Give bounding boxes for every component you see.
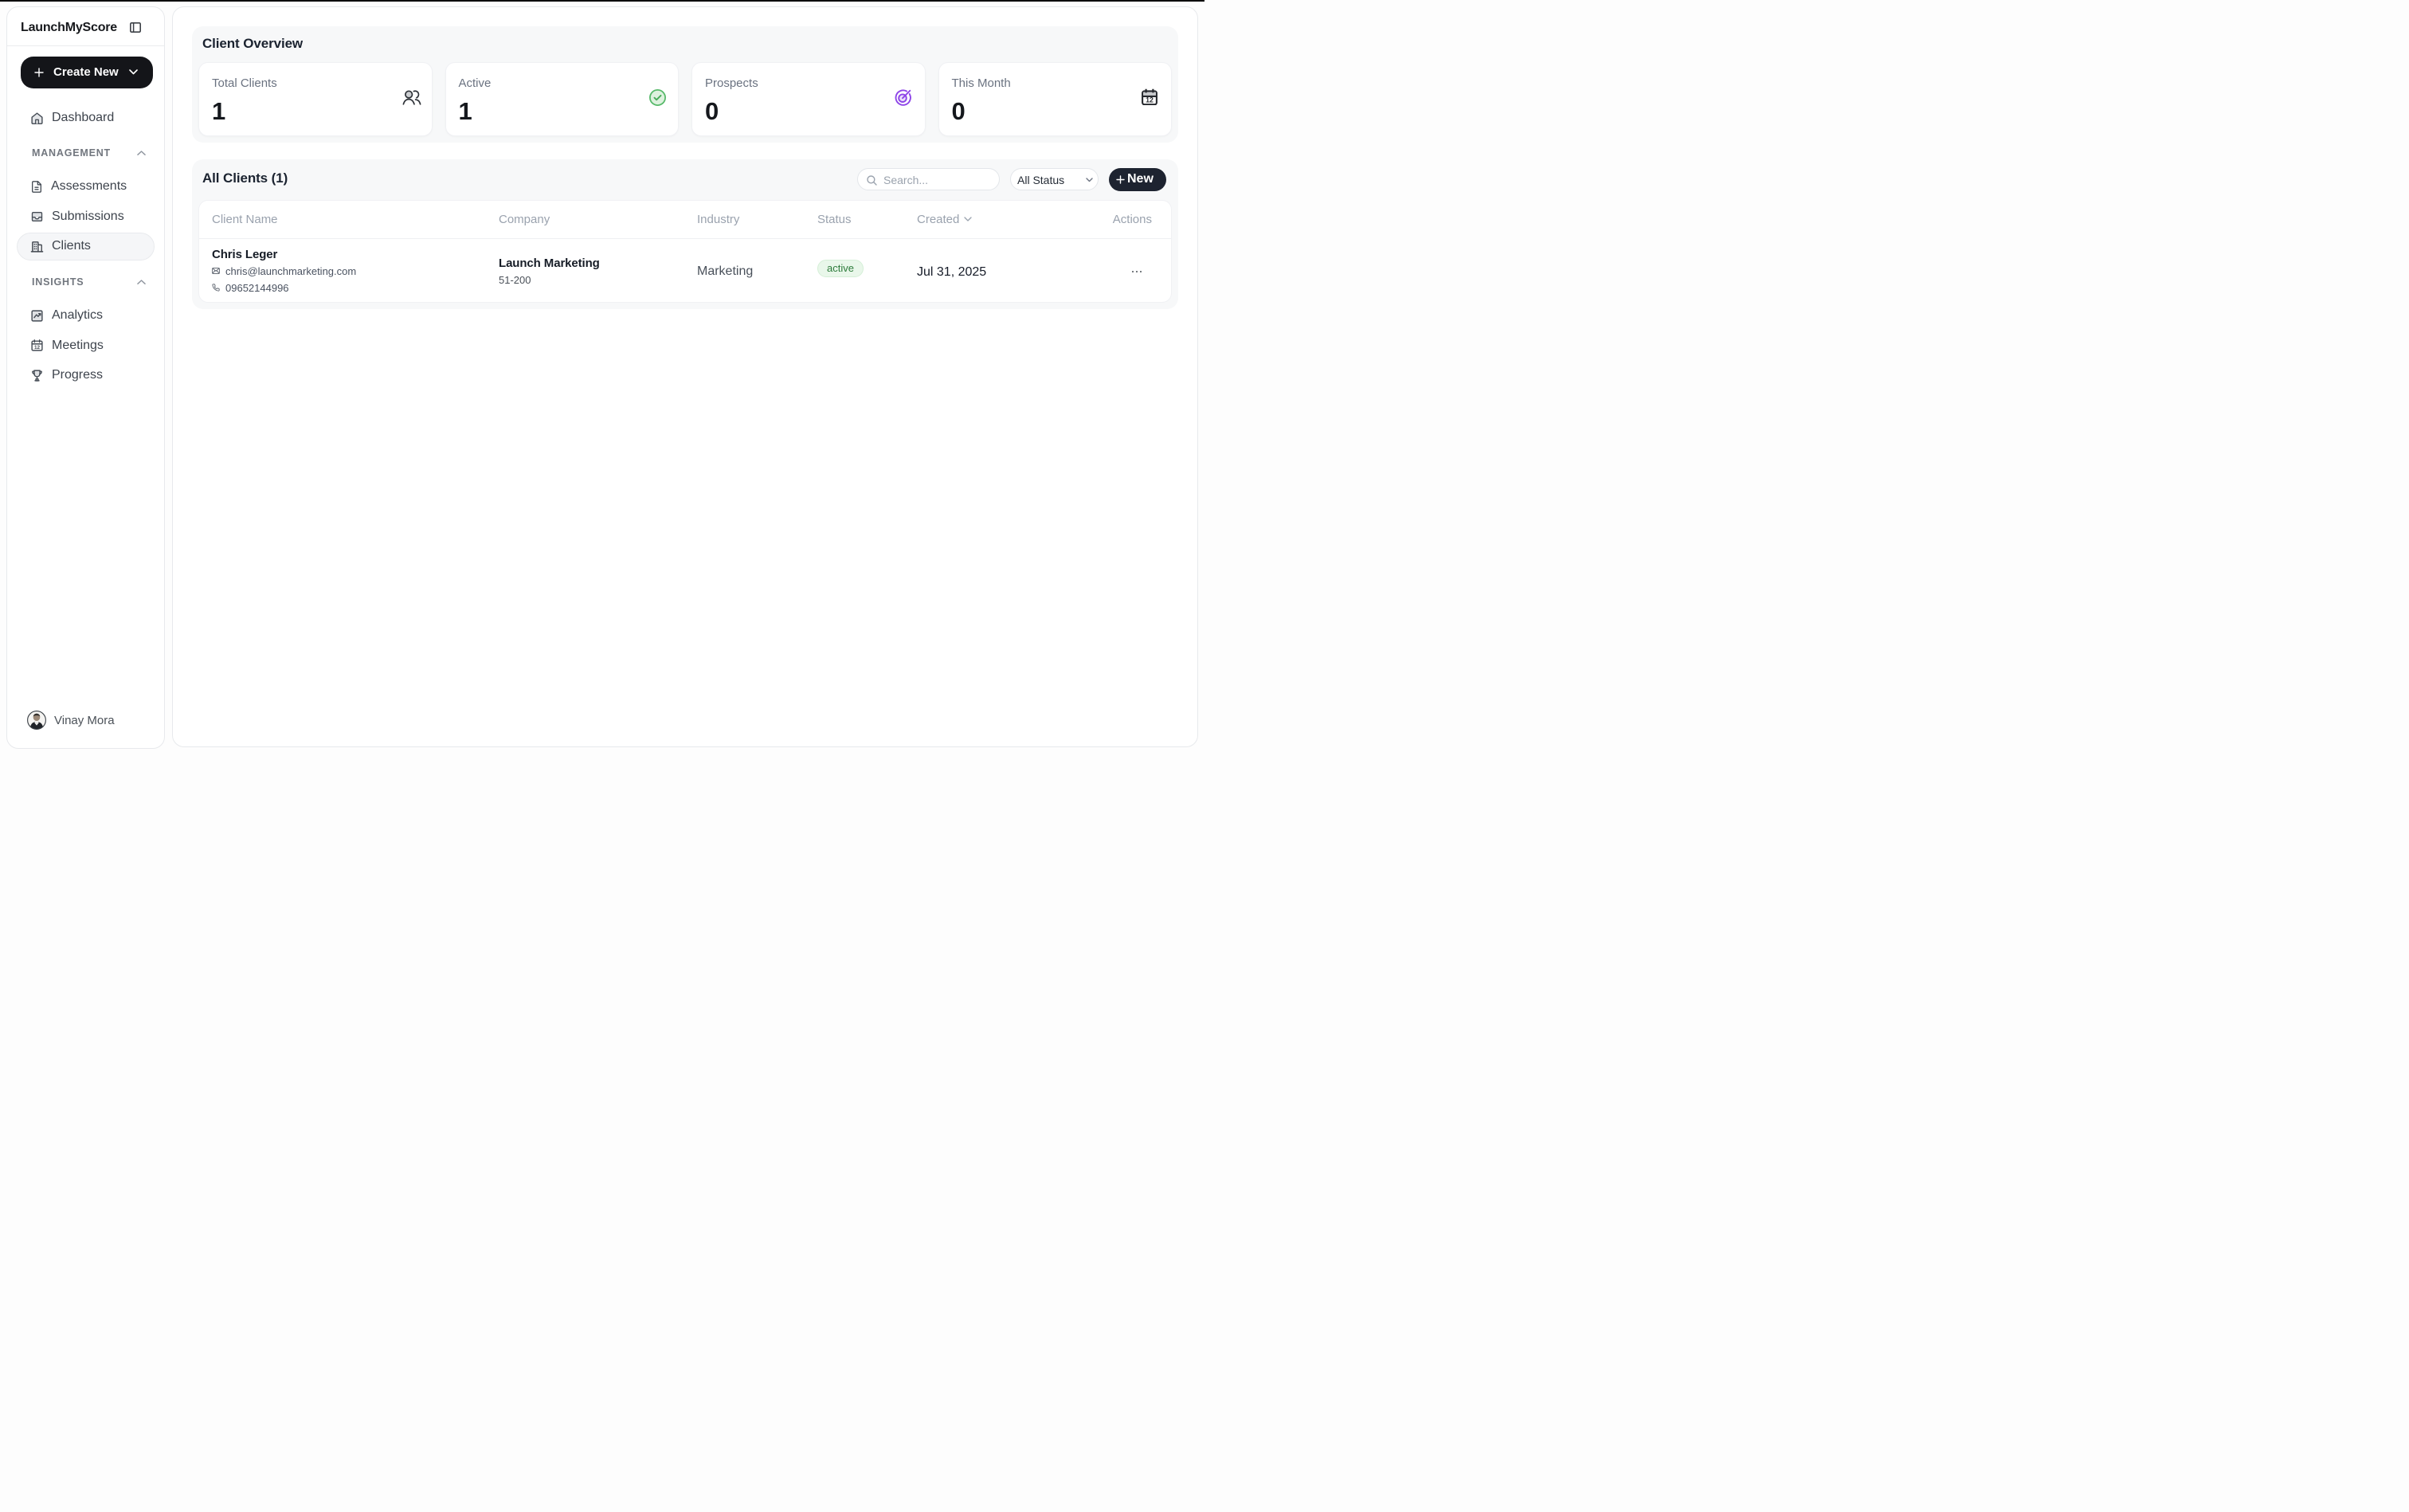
svg-text:12: 12	[34, 345, 41, 351]
svg-text:12: 12	[1146, 96, 1154, 104]
